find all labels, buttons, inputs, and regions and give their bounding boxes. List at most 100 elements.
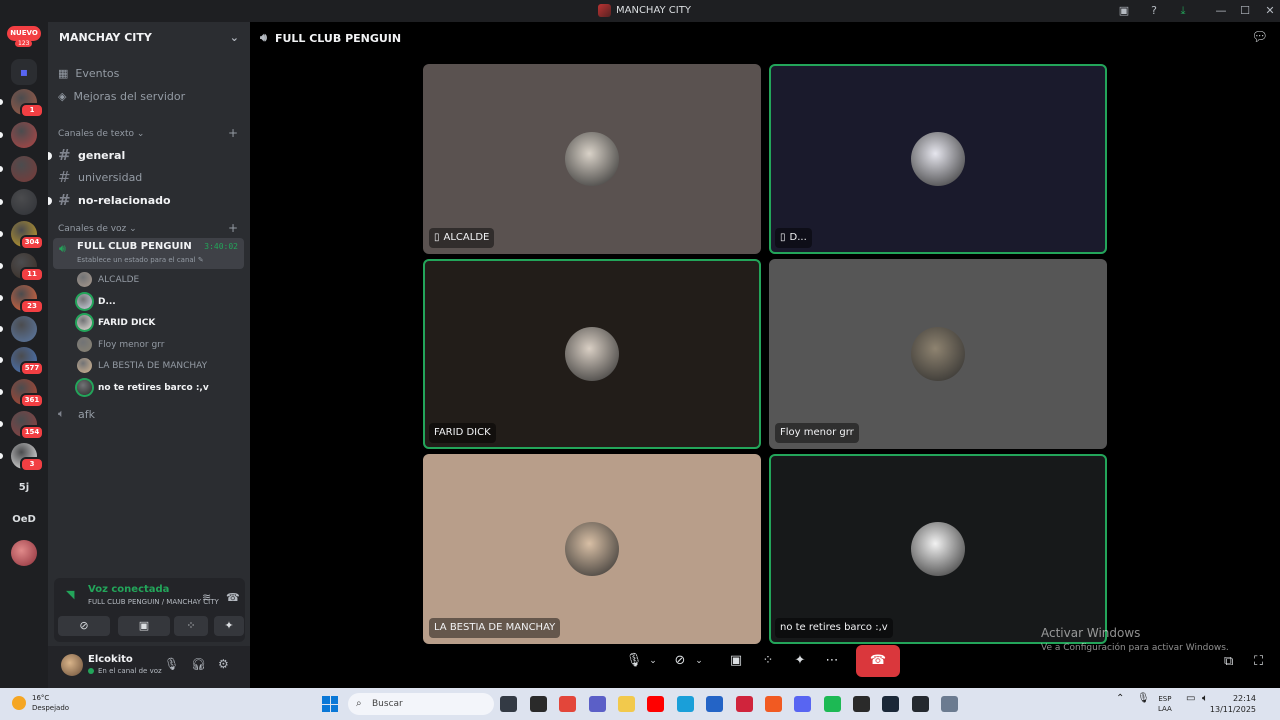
- maximize-button[interactable]: ☐: [1237, 3, 1253, 19]
- screen-share-button[interactable]: ▣: [118, 616, 170, 636]
- weather-widget[interactable]: 16°C Despejado: [12, 693, 69, 713]
- more-options-button[interactable]: ⋯: [822, 645, 842, 677]
- voice-category[interactable]: Canales de voz ⌄: [58, 224, 137, 234]
- soundboard-button[interactable]: ✦: [214, 616, 244, 636]
- add-text-channel-icon[interactable]: +: [228, 126, 238, 140]
- edge-icon[interactable]: [677, 696, 694, 712]
- voice-member[interactable]: LA BESTIA DE MANCHAY: [77, 358, 207, 373]
- events-link[interactable]: ▦ Eventos: [58, 67, 119, 80]
- language-bottom: LAA: [1158, 705, 1172, 713]
- steam-icon[interactable]: [882, 696, 899, 712]
- channel-afk[interactable]: 🔈︎ afk: [58, 407, 95, 421]
- camera-button[interactable]: ⊘: [58, 616, 110, 636]
- channel-status-prompt[interactable]: Establece un estado para el canal ✎: [77, 256, 204, 264]
- activities-button[interactable]: ⁘: [758, 645, 778, 677]
- participant-tile[interactable]: ▯ ALCALDE: [423, 64, 761, 254]
- noise-suppression-icon[interactable]: ≋: [202, 591, 211, 604]
- download-icon[interactable]: ⤓: [1175, 3, 1191, 19]
- task-view-icon[interactable]: [500, 696, 517, 712]
- language-indicator[interactable]: ESP LAA: [1158, 694, 1172, 714]
- participant-name: ALCALDE: [443, 232, 490, 243]
- server-icon[interactable]: [11, 156, 37, 182]
- disconnect-call-button[interactable]: ☎︎: [856, 645, 900, 677]
- soundboard-button[interactable]: ✦: [790, 645, 810, 677]
- new-servers-indicator[interactable]: NUEVO 123: [7, 26, 41, 48]
- chat-bubble-icon[interactable]: 💬︎: [1251, 30, 1268, 45]
- store-icon[interactable]: [706, 696, 723, 712]
- server-icon[interactable]: [11, 316, 37, 342]
- help-icon[interactable]: ?: [1146, 3, 1162, 19]
- discord-icon[interactable]: [794, 696, 811, 712]
- network-icon[interactable]: ▭: [1186, 694, 1195, 704]
- username[interactable]: Elcokito: [88, 654, 133, 665]
- server-icon: [598, 4, 611, 17]
- epic-games-2-icon[interactable]: [853, 696, 870, 712]
- opera-icon[interactable]: [736, 696, 753, 712]
- server-icon[interactable]: [11, 122, 37, 148]
- participant-tile[interactable]: ▯ D...: [769, 64, 1107, 254]
- server-header[interactable]: MANCHAY CITY ⌄: [48, 22, 250, 52]
- close-button[interactable]: ✕: [1262, 3, 1278, 19]
- member-name: D...: [98, 296, 116, 307]
- server-rail: NUEVO 123 ▪ 1 304 11 23 577 361 154 3 5j OeD: [0, 22, 48, 688]
- tray-chevron-icon[interactable]: ⌃: [1116, 694, 1124, 704]
- mention-badge: 154: [20, 425, 44, 440]
- participant-name: LA BESTIA DE MANCHAY: [434, 622, 556, 633]
- brave-icon[interactable]: [765, 696, 782, 712]
- popout-icon[interactable]: ⧉: [1224, 654, 1233, 669]
- headphones-icon[interactable]: 🎧︎: [191, 657, 206, 671]
- mic-options-chevron-icon[interactable]: ⌄: [646, 645, 660, 677]
- taskbar-search[interactable]: ⌕ Buscar: [348, 693, 494, 715]
- camera-options-chevron-icon[interactable]: ⌄: [692, 645, 706, 677]
- voice-channel-active[interactable]: 🔊︎ FULL CLUB PENGUIN 3:40:02 Establece u…: [53, 238, 244, 269]
- channel-universidad[interactable]: # universidad: [58, 168, 142, 186]
- volume-icon[interactable]: 🔈︎: [1202, 694, 1208, 704]
- settings-icon[interactable]: [941, 696, 958, 712]
- fullscreen-icon[interactable]: ⛶: [1254, 654, 1263, 669]
- channel-general[interactable]: # general: [48, 146, 125, 164]
- voice-member[interactable]: ALCALDE: [77, 272, 139, 287]
- inbox-icon[interactable]: ▣: [1116, 3, 1132, 19]
- channel-no-relacionado[interactable]: # no-relacionado: [48, 191, 171, 209]
- epic-games-icon[interactable]: [530, 696, 547, 712]
- taskbar-clock[interactable]: 22:14 13/11/2025: [1210, 693, 1256, 715]
- voice-member[interactable]: FARID DICK: [77, 315, 155, 330]
- tray-mic-icon[interactable]: 🎙︎: [1137, 694, 1150, 704]
- voice-member[interactable]: no te retires barco :,v: [77, 380, 209, 395]
- github-icon[interactable]: [912, 696, 929, 712]
- screen-share-button[interactable]: ▣: [726, 645, 746, 677]
- disconnect-icon[interactable]: ☎︎: [226, 591, 240, 604]
- direct-messages-icon[interactable]: ▪: [11, 59, 37, 85]
- voice-connected-location[interactable]: FULL CLUB PENGUIN / MANCHAY CITY: [88, 598, 219, 606]
- windows-start-icon[interactable]: [322, 696, 338, 712]
- camera-toggle-button[interactable]: ⊘: [670, 645, 690, 677]
- server-oed[interactable]: OeD: [11, 507, 37, 533]
- mention-badge: 11: [20, 267, 44, 282]
- mute-mic-button[interactable]: 🎙︎: [624, 645, 644, 677]
- settings-gear-icon[interactable]: ⚙: [218, 657, 229, 671]
- participant-tile[interactable]: LA BESTIA DE MANCHAY: [423, 454, 761, 644]
- spotify-icon[interactable]: [824, 696, 841, 712]
- signal-icon[interactable]: ◥: [66, 588, 74, 601]
- participant-name: no te retires barco :,v: [780, 622, 888, 633]
- server-5j[interactable]: 5j: [11, 475, 37, 501]
- chrome-icon[interactable]: [559, 696, 576, 712]
- microphone-icon[interactable]: 🎙︎: [164, 657, 179, 671]
- participant-tile[interactable]: FARID DICK: [423, 259, 761, 449]
- add-voice-channel-icon[interactable]: +: [228, 221, 238, 235]
- avatar[interactable]: [61, 654, 83, 676]
- youtube-icon[interactable]: [647, 696, 664, 712]
- participant-tile[interactable]: no te retires barco :,v: [769, 454, 1107, 644]
- file-explorer-icon[interactable]: [618, 696, 635, 712]
- avatar: [77, 272, 92, 287]
- text-category[interactable]: Canales de texto ⌄: [58, 129, 144, 139]
- server-icon-pink[interactable]: [11, 540, 37, 566]
- server-boosts-link[interactable]: ◈ Mejoras del servidor: [58, 90, 185, 103]
- minimize-button[interactable]: —: [1213, 3, 1229, 19]
- activities-button[interactable]: ⁘: [174, 616, 208, 636]
- participant-tile[interactable]: Floy menor grr: [769, 259, 1107, 449]
- server-icon[interactable]: [11, 189, 37, 215]
- teams-icon[interactable]: [589, 696, 606, 712]
- voice-member[interactable]: Floy menor grr: [77, 337, 164, 352]
- voice-member[interactable]: D...: [77, 294, 116, 309]
